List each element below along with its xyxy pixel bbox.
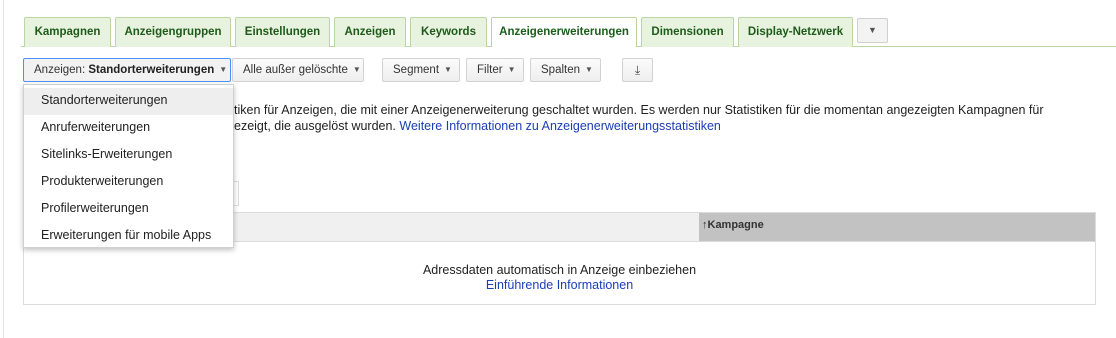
segment-label: Segment	[393, 64, 440, 76]
tab-anzeigengruppen[interactable]: Anzeigengruppen	[115, 17, 231, 47]
chevron-down-icon: ▼	[507, 65, 516, 74]
tab-keywords[interactable]: Keywords	[410, 17, 487, 47]
tab-einstellungen[interactable]: Einstellungen	[235, 17, 330, 47]
column-header-kampagne[interactable]: ↑Kampagne	[699, 213, 1095, 241]
stats-info-line-2: ezeigt, die ausgelöst wurden. Weitere In…	[234, 119, 721, 133]
tab-dimensionen[interactable]: Dimensionen	[641, 17, 734, 47]
left-border	[3, 0, 4, 338]
tab-display-netzwerk[interactable]: Display-Netzwerk	[738, 17, 853, 47]
filter-label: Filter	[477, 64, 503, 76]
download-button[interactable]: ⤓	[622, 58, 653, 82]
stats-info-text: tiken für Anzeigen, die mit einer Anzeig…	[234, 102, 1094, 134]
filter-button[interactable]: Filter ▼	[466, 58, 524, 82]
view-selector-prefix: Anzeigen:	[34, 64, 86, 76]
status-filter-label: Alle außer gelöschte	[243, 64, 348, 76]
download-icon: ⤓	[634, 63, 641, 77]
tab-kampagnen[interactable]: Kampagnen	[24, 17, 111, 47]
empty-state-text: Adressdaten automatisch in Anzeige einbe…	[422, 263, 697, 277]
menu-item-produkterweiterungen[interactable]: Produkterweiterungen	[24, 169, 233, 196]
menu-item-sitelinks-erweiterungen[interactable]: Sitelinks-Erweiterungen	[24, 142, 233, 169]
menu-item-anruferweiterungen[interactable]: Anruferweiterungen	[24, 115, 233, 142]
more-tabs-button[interactable]: ▼	[857, 18, 888, 43]
status-filter-button[interactable]: Alle außer gelöschte ▼	[232, 58, 364, 82]
chevron-down-icon: ▼	[352, 65, 361, 74]
empty-state-link[interactable]: Einführende Informationen	[24, 278, 1095, 293]
tab-anzeigenerweiterungen[interactable]: Anzeigenerweiterungen	[491, 17, 637, 47]
empty-state: Adressdaten automatisch in Anzeige einbe…	[24, 263, 1095, 293]
columns-label: Spalten	[541, 64, 581, 76]
columns-button[interactable]: Spalten ▼	[530, 58, 601, 82]
chevron-down-icon: ▼	[585, 65, 593, 74]
view-selector-menu: Standorterweiterungen Anruferweiterungen…	[23, 84, 234, 248]
stats-info-line-1: tiken für Anzeigen, die mit einer Anzeig…	[234, 103, 1044, 117]
chevron-down-icon: ▼	[219, 65, 228, 74]
menu-item-profilerweiterungen[interactable]: Profilerweiterungen	[24, 196, 233, 223]
view-selector-value: Standorterweiterungen	[88, 64, 215, 76]
chevron-down-icon: ▼	[868, 25, 877, 35]
stats-info-link[interactable]: Weitere Informationen zu Anzeigenerweite…	[399, 119, 720, 133]
tab-anzeigen[interactable]: Anzeigen	[334, 17, 406, 47]
menu-item-standorterweiterungen[interactable]: Standorterweiterungen	[24, 88, 233, 115]
chevron-down-icon: ▼	[444, 65, 452, 74]
tab-bar: Kampagnen Anzeigengruppen Einstellungen …	[0, 0, 1116, 47]
menu-item-mobile-apps[interactable]: Erweiterungen für mobile Apps	[24, 223, 233, 250]
segment-button[interactable]: Segment ▼	[382, 58, 460, 82]
view-selector-button[interactable]: Anzeigen: Standorterweiterungen ▼	[23, 58, 231, 82]
